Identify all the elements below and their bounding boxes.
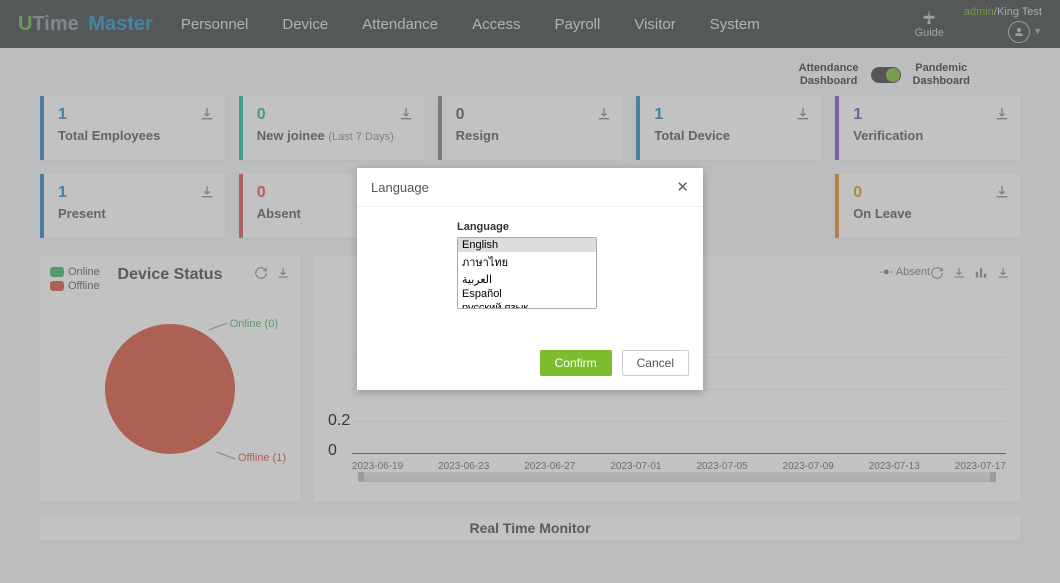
- language-modal: Language ✕ Language Englishภาษาไทยالعربي…: [357, 168, 703, 390]
- language-field-label: Language: [457, 221, 703, 233]
- close-icon[interactable]: ✕: [676, 178, 689, 196]
- confirm-button[interactable]: Confirm: [540, 350, 612, 376]
- cancel-button[interactable]: Cancel: [622, 350, 689, 376]
- modal-title: Language: [371, 180, 429, 195]
- modal-overlay: Language ✕ Language Englishภาษาไทยالعربي…: [0, 0, 1060, 583]
- language-select[interactable]: EnglishภาษาไทยالعربيةEspañolрусский язык…: [457, 237, 597, 309]
